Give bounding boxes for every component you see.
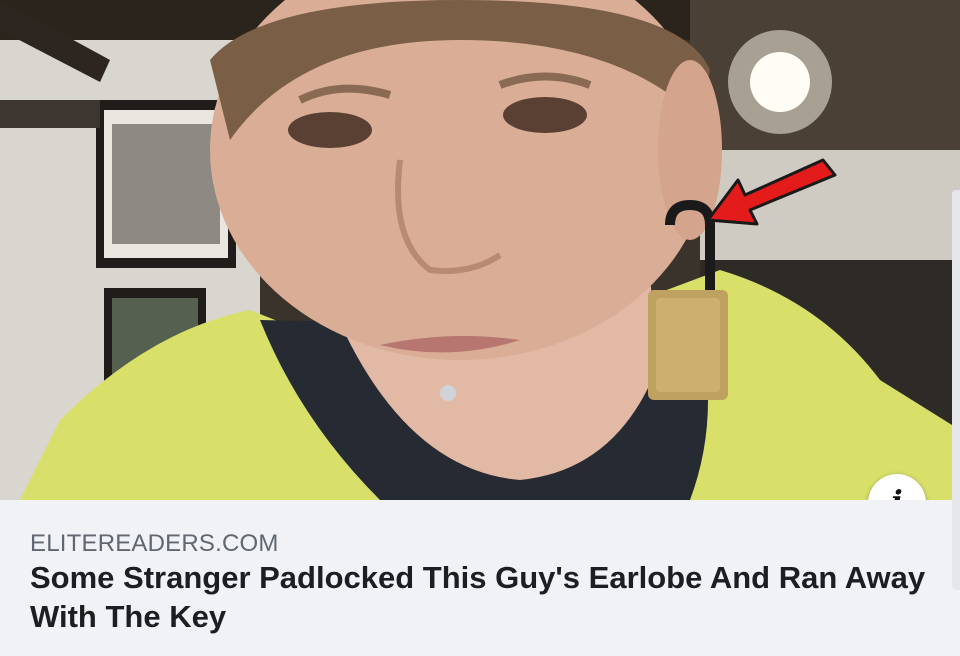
link-preview-card[interactable]: i ELITEREADERS.COM Some Stranger Padlock… (0, 0, 960, 656)
preview-image[interactable] (0, 0, 960, 500)
link-caption[interactable]: ELITEREADERS.COM Some Stranger Padlocked… (0, 500, 960, 656)
photo-illustration (0, 0, 960, 500)
article-headline[interactable]: Some Stranger Padlocked This Guy's Earlo… (30, 558, 940, 636)
source-domain: ELITEREADERS.COM (30, 530, 279, 557)
scrollbar[interactable] (952, 190, 960, 590)
